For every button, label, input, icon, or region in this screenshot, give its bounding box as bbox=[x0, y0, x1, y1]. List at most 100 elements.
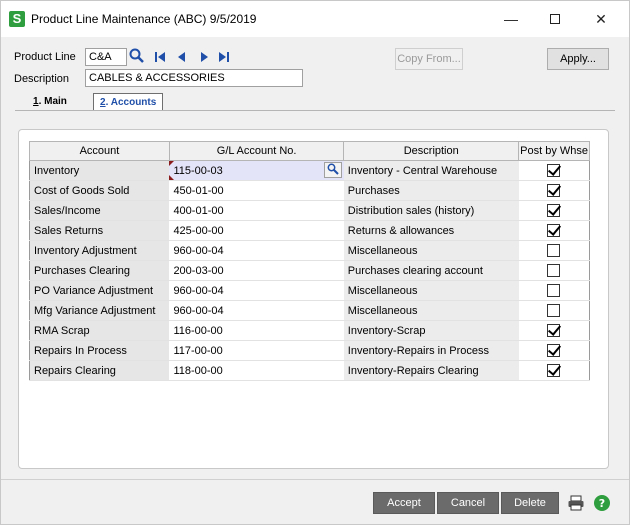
post-by-whse-cell[interactable] bbox=[518, 160, 590, 181]
table-row[interactable]: RMA Scrap 116-00-00 Inventory-Scrap bbox=[29, 320, 590, 341]
tab-divider bbox=[15, 110, 615, 111]
account-cell: RMA Scrap bbox=[29, 320, 170, 341]
description-label: Description bbox=[14, 73, 70, 85]
gl-account-cell[interactable]: 200-03-00 bbox=[169, 260, 344, 281]
post-by-whse-checkbox[interactable] bbox=[547, 224, 561, 237]
post-by-whse-cell[interactable] bbox=[518, 340, 590, 361]
window-title: Product Line Maintenance (ABC) 9/5/2019 bbox=[31, 12, 257, 26]
title-bar: S Product Line Maintenance (ABC) 9/5/201… bbox=[1, 1, 629, 37]
post-by-whse-checkbox[interactable] bbox=[547, 304, 561, 317]
post-by-whse-cell[interactable] bbox=[518, 240, 590, 261]
account-cell: Sales/Income bbox=[29, 200, 170, 221]
description-cell: Purchases bbox=[343, 180, 519, 201]
gl-account-cell[interactable]: 450-01-00 bbox=[169, 180, 344, 201]
description-cell: Miscellaneous bbox=[343, 240, 519, 261]
column-header-gl-account[interactable]: G/L Account No. bbox=[168, 141, 345, 161]
post-by-whse-checkbox[interactable] bbox=[547, 244, 561, 257]
post-by-whse-checkbox[interactable] bbox=[547, 264, 561, 277]
product-line-label: Product Line bbox=[14, 51, 76, 63]
gl-account-cell[interactable]: 118-00-00 bbox=[169, 360, 344, 381]
description-cell: Purchases clearing account bbox=[343, 260, 519, 281]
table-row[interactable]: Cost of Goods Sold 450-01-00 Purchases bbox=[29, 180, 590, 201]
copy-from-button[interactable]: Copy From... bbox=[395, 48, 463, 70]
required-marker bbox=[169, 161, 175, 166]
description-cell: Miscellaneous bbox=[343, 300, 519, 321]
account-cell: Cost of Goods Sold bbox=[29, 180, 170, 201]
post-by-whse-cell[interactable] bbox=[518, 260, 590, 281]
gl-account-cell[interactable]: 425-00-00 bbox=[169, 220, 344, 241]
table-row[interactable]: Repairs In Process 117-00-00 Inventory-R… bbox=[29, 340, 590, 361]
apply-button[interactable]: Apply... bbox=[547, 48, 609, 70]
account-cell: Purchases Clearing bbox=[29, 260, 170, 281]
column-header-description[interactable]: Description bbox=[343, 141, 520, 161]
next-record-icon[interactable] bbox=[197, 50, 211, 64]
help-icon[interactable]: ? bbox=[593, 494, 611, 512]
table-row[interactable]: Sales Returns 425-00-00 Returns & allowa… bbox=[29, 220, 590, 241]
description-cell: Returns & allowances bbox=[343, 220, 519, 241]
post-by-whse-checkbox[interactable] bbox=[547, 344, 561, 357]
grid-header-row: Account G/L Account No. Description Post… bbox=[29, 141, 590, 161]
gl-account-cell[interactable]: 960-00-04 bbox=[169, 300, 344, 321]
account-cell: Repairs Clearing bbox=[29, 360, 170, 381]
delete-button[interactable]: Delete bbox=[501, 492, 559, 514]
table-row[interactable]: Sales/Income 400-01-00 Distribution sale… bbox=[29, 200, 590, 221]
minimize-button[interactable]: — bbox=[491, 7, 531, 31]
account-cell: Repairs In Process bbox=[29, 340, 170, 361]
previous-record-icon[interactable] bbox=[175, 50, 189, 64]
post-by-whse-cell[interactable] bbox=[518, 220, 590, 241]
tab-accounts[interactable]: 2. Accounts bbox=[93, 93, 164, 111]
printer-icon[interactable] bbox=[567, 494, 585, 512]
column-header-account[interactable]: Account bbox=[29, 141, 170, 161]
accounts-grid: Account G/L Account No. Description Post… bbox=[29, 141, 590, 381]
gl-account-cell[interactable]: 960-00-04 bbox=[169, 240, 344, 261]
table-row[interactable]: Purchases Clearing 200-03-00 Purchases c… bbox=[29, 260, 590, 281]
post-by-whse-cell[interactable] bbox=[518, 320, 590, 341]
lookup-icon[interactable] bbox=[323, 162, 342, 178]
tab-main[interactable]: 1. Main bbox=[27, 93, 73, 111]
footer-divider bbox=[1, 479, 629, 480]
accept-button[interactable]: Accept bbox=[373, 492, 435, 514]
first-record-icon[interactable] bbox=[153, 50, 167, 64]
last-record-icon[interactable] bbox=[217, 50, 231, 64]
table-row[interactable]: Inventory Adjustment 960-00-04 Miscellan… bbox=[29, 240, 590, 261]
post-by-whse-checkbox[interactable] bbox=[547, 164, 561, 177]
post-by-whse-cell[interactable] bbox=[518, 180, 590, 201]
table-row[interactable]: Mfg Variance Adjustment 960-00-04 Miscel… bbox=[29, 300, 590, 321]
description-input[interactable]: CABLES & ACCESSORIES bbox=[85, 69, 303, 87]
post-by-whse-cell[interactable] bbox=[518, 300, 590, 321]
required-marker bbox=[169, 175, 175, 180]
account-cell: Sales Returns bbox=[29, 220, 170, 241]
column-header-post-by-whse[interactable]: Post by Whse bbox=[518, 141, 590, 161]
search-icon[interactable] bbox=[129, 48, 145, 64]
gl-account-cell[interactable]: 960-00-04 bbox=[169, 280, 344, 301]
post-by-whse-cell[interactable] bbox=[518, 280, 590, 301]
product-line-input[interactable]: C&A bbox=[85, 48, 127, 66]
post-by-whse-cell[interactable] bbox=[518, 200, 590, 221]
table-row[interactable]: Inventory 115-00-03 Inventory - Central … bbox=[29, 160, 590, 181]
gl-account-cell[interactable]: 115-00-03 bbox=[169, 160, 344, 181]
description-cell: Inventory-Repairs Clearing bbox=[343, 360, 519, 381]
post-by-whse-checkbox[interactable] bbox=[547, 204, 561, 217]
table-row[interactable]: PO Variance Adjustment 960-00-04 Miscell… bbox=[29, 280, 590, 301]
close-button[interactable]: ✕ bbox=[581, 7, 621, 31]
tab-main-label: . Main bbox=[38, 96, 67, 107]
app-icon: S bbox=[9, 11, 25, 27]
maximize-icon bbox=[550, 14, 560, 24]
account-cell: Mfg Variance Adjustment bbox=[29, 300, 170, 321]
svg-text:?: ? bbox=[599, 497, 605, 510]
gl-account-cell[interactable]: 117-00-00 bbox=[169, 340, 344, 361]
post-by-whse-checkbox[interactable] bbox=[547, 364, 561, 377]
post-by-whse-checkbox[interactable] bbox=[547, 184, 561, 197]
post-by-whse-checkbox[interactable] bbox=[547, 324, 561, 337]
gl-account-cell[interactable]: 116-00-00 bbox=[169, 320, 344, 341]
gl-account-cell[interactable]: 400-01-00 bbox=[169, 200, 344, 221]
cancel-button[interactable]: Cancel bbox=[437, 492, 499, 514]
account-cell: PO Variance Adjustment bbox=[29, 280, 170, 301]
post-by-whse-cell[interactable] bbox=[518, 360, 590, 381]
table-row[interactable]: Repairs Clearing 118-00-00 Inventory-Rep… bbox=[29, 360, 590, 381]
post-by-whse-checkbox[interactable] bbox=[547, 284, 561, 297]
description-cell: Miscellaneous bbox=[343, 280, 519, 301]
account-cell: Inventory bbox=[29, 160, 170, 181]
description-cell: Inventory-Repairs in Process bbox=[343, 340, 519, 361]
maximize-button[interactable] bbox=[535, 7, 575, 31]
